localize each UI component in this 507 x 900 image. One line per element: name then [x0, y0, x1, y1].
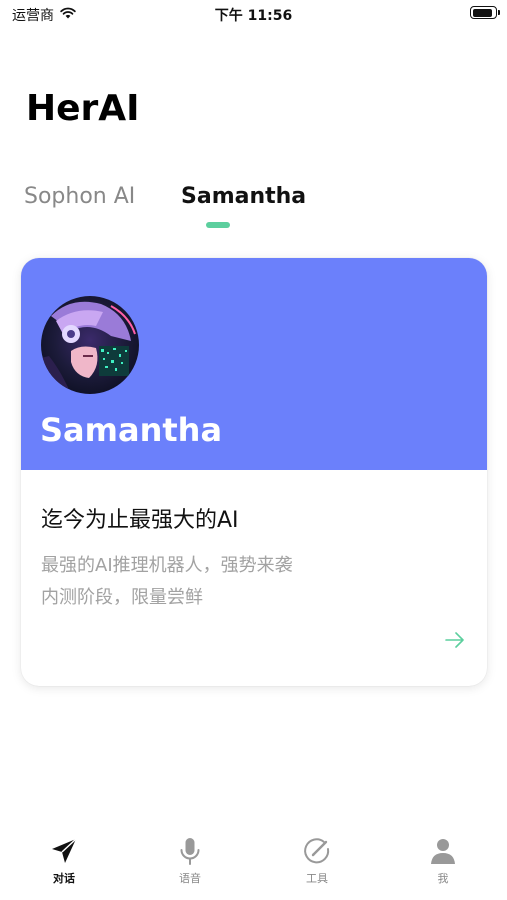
battery-outline: [470, 6, 500, 19]
nav-label-chat: 对话: [53, 872, 75, 885]
tab-samantha[interactable]: Samantha: [181, 184, 306, 209]
paper-plane-icon: [52, 838, 77, 863]
status-time: 下午 11:56: [214, 8, 293, 24]
active-tab-indicator: [206, 222, 230, 228]
tab-sophon-ai[interactable]: Sophon AI: [24, 184, 135, 209]
card-header: Samantha: [21, 258, 487, 470]
app-screen: 运营商 下午 11:56 HerAI Sophon AI Samantha Sa…: [0, 0, 507, 900]
card-description: 最强的AI推理机器人，强势来袭 内测阶段，限量尝鲜: [41, 550, 293, 614]
card-heading: 迄今为止最强大的AI: [41, 508, 239, 533]
arrow-right-icon[interactable]: [443, 628, 467, 652]
nav-item-voice[interactable]: 语音: [150, 836, 230, 886]
card-body: 迄今为止最强大的AI 最强的AI推理机器人，强势来袭 内测阶段，限量尝鲜: [21, 470, 487, 686]
status-bar: 运营商 下午 11:56: [0, 0, 507, 30]
card-description-line-2: 内测阶段，限量尝鲜: [41, 587, 203, 608]
nav-item-me[interactable]: 我: [403, 836, 483, 886]
pencil-circle-icon: [304, 838, 330, 864]
nav-label-me: 我: [437, 872, 449, 885]
microphone-icon: [180, 838, 200, 865]
bottom-navigation: 对话 语音 工具 我: [0, 836, 507, 900]
tab-bar: Sophon AI Samantha: [24, 184, 484, 234]
samantha-card[interactable]: Samantha 迄今为止最强大的AI 最强的AI推理机器人，强势来袭 内测阶段…: [21, 258, 487, 686]
nav-label-tools: 工具: [306, 872, 328, 885]
nav-label-voice: 语音: [179, 872, 201, 885]
person-icon: [431, 839, 455, 864]
page-title: HerAI: [26, 88, 140, 129]
avatar: [41, 296, 139, 394]
battery-fill: [472, 8, 492, 17]
battery-icon: [470, 6, 500, 19]
card-description-line-1: 最强的AI推理机器人，强势来袭: [41, 555, 293, 576]
nav-item-tools[interactable]: 工具: [277, 836, 357, 886]
nav-item-chat[interactable]: 对话: [24, 836, 104, 886]
card-title: Samantha: [40, 411, 223, 449]
avatar-illustration: [41, 296, 139, 394]
